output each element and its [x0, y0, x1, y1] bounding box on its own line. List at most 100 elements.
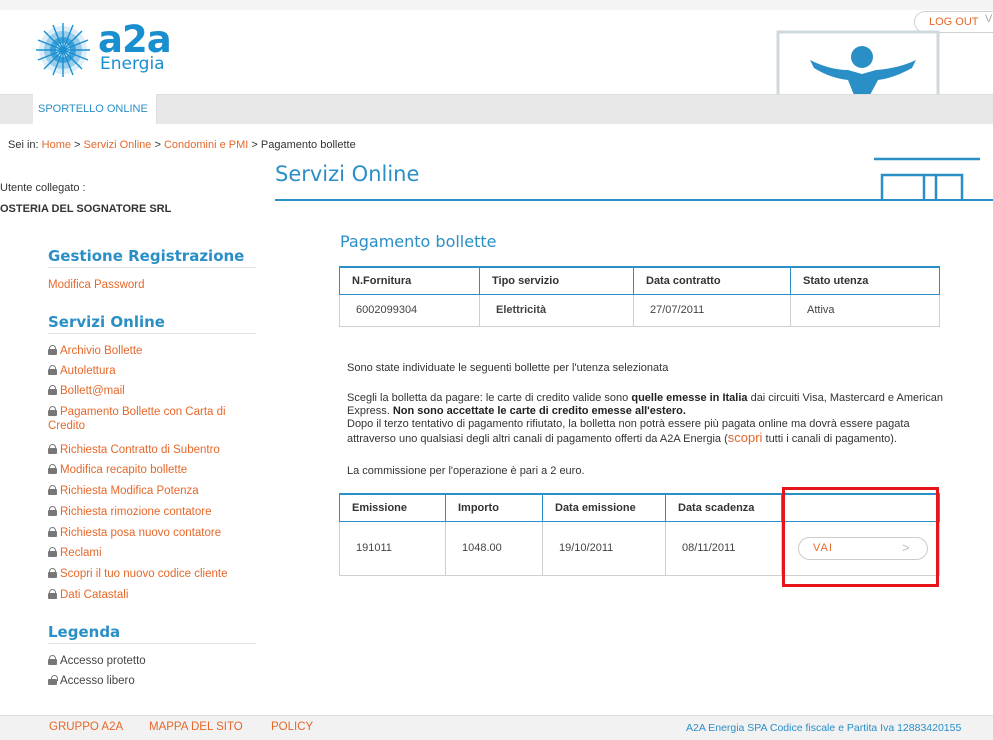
- sidebar-item-dati-catastali[interactable]: Dati Catastali: [48, 588, 258, 602]
- table-cell: 6002099304: [339, 293, 480, 327]
- table-cell: Elettricità: [479, 293, 634, 327]
- legend-free: Accesso libero: [48, 675, 135, 687]
- sidebar-item-label: Autolettura: [60, 365, 116, 377]
- sidebar-divider: [48, 333, 256, 334]
- page-title: Servizi Online: [275, 162, 420, 186]
- column-header: Data contratto: [633, 266, 791, 295]
- lock-icon: [48, 547, 57, 557]
- heading-gestione-registrazione: Gestione Registrazione: [48, 247, 245, 265]
- sidebar-item-label: Dati Catastali: [60, 589, 129, 601]
- footer-link-gruppo-a2a[interactable]: GRUPPO A2A: [49, 721, 123, 733]
- lock-icon: [48, 406, 57, 416]
- heading-legenda: Legenda: [48, 623, 121, 641]
- legend-free-label: Accesso libero: [60, 675, 135, 687]
- sidebar-item-label: Scopri il tuo nuovo codice cliente: [60, 568, 228, 580]
- lock-icon: [48, 568, 57, 578]
- sidebar-item-contratto-subentro[interactable]: Richiesta Contratto di Subentro: [48, 443, 258, 457]
- sidebar-item-codice-cliente[interactable]: Scopri il tuo nuovo codice cliente: [48, 567, 258, 581]
- sidebar-item-pagamento-bollette-carta[interactable]: Pagamento Bollette con Carta di Credito: [48, 405, 258, 433]
- lock-icon: [48, 444, 57, 454]
- lock-icon: [48, 464, 57, 474]
- footer-link-policy[interactable]: POLICY: [271, 721, 313, 733]
- text-segment: tutti i canali di pagamento).: [762, 433, 897, 445]
- sidebar-item-label: Archivio Bollette: [60, 345, 143, 357]
- logout-extra[interactable]: V: [985, 13, 992, 25]
- user-label: Utente collegato :: [0, 182, 86, 194]
- sidebar-item-modifica-password[interactable]: Modifica Password: [48, 278, 258, 292]
- highlight-box: [782, 487, 939, 587]
- unlocked-icon: [48, 675, 58, 685]
- breadcrumb-separator: >: [74, 139, 81, 151]
- footer-link-mappa-sito[interactable]: MAPPA DEL SITO: [149, 721, 243, 733]
- sidebar-item-posa-contatore[interactable]: Richiesta posa nuovo contatore: [48, 526, 258, 540]
- card-info-text: Scegli la bolletta da pagare: le carte d…: [347, 392, 947, 446]
- breadcrumb-separator: >: [251, 139, 258, 151]
- sidebar-item-modifica-recapito[interactable]: Modifica recapito bollette: [48, 463, 258, 477]
- column-header: N.Fornitura: [339, 266, 480, 295]
- lock-icon: [48, 365, 57, 375]
- table-row: 6002099304 Elettricità 27/07/2011 Attiva: [339, 293, 940, 327]
- lock-icon: [48, 385, 57, 395]
- sidebar-item-label: Richiesta posa nuovo contatore: [60, 527, 222, 539]
- column-header: Tipo servizio: [479, 266, 634, 295]
- sidebar-item-label: Bollett@mail: [60, 385, 125, 397]
- column-header: Importo: [445, 493, 543, 522]
- breadcrumb: Sei in: Home > Servizi Online > Condomin…: [8, 139, 356, 151]
- column-header: Stato utenza: [790, 266, 940, 295]
- sidebar-item-rimozione-contatore[interactable]: Richiesta rimozione contatore: [48, 505, 258, 519]
- sidebar-item-label: Reclami: [60, 547, 102, 559]
- lock-icon: [48, 589, 57, 599]
- breadcrumb-condomini-pmi[interactable]: Condomini e PMI: [164, 139, 248, 151]
- sidebar-item-modifica-potenza[interactable]: Richiesta Modifica Potenza: [48, 484, 258, 498]
- supply-table: N.Fornitura Tipo servizio Data contratto…: [339, 266, 940, 327]
- column-header: Data scadenza: [665, 493, 782, 522]
- sidebar-item-label: Richiesta Contratto di Subentro: [60, 444, 220, 456]
- lock-icon: [48, 527, 57, 537]
- table-header-row: N.Fornitura Tipo servizio Data contratto…: [339, 266, 940, 295]
- table-cell: 191011: [339, 520, 446, 576]
- table-cell: Attiva: [790, 293, 940, 327]
- text-bold: quelle emesse in Italia: [631, 392, 748, 404]
- sidebar-item-reclami[interactable]: Reclami: [48, 546, 258, 560]
- text-bold: Non sono accettate le carte di credito e…: [392, 405, 686, 417]
- breadcrumb-separator: >: [154, 139, 161, 151]
- breadcrumb-prefix: Sei in:: [8, 139, 39, 151]
- sidebar-item-label: Richiesta Modifica Potenza: [60, 485, 199, 497]
- sidebar-item-label: Richiesta rimozione contatore: [60, 506, 212, 518]
- text-segment: Scegli la bolletta da pagare: le carte d…: [347, 392, 632, 404]
- lock-icon: [48, 345, 57, 355]
- sidebar-item-label: Modifica recapito bollette: [60, 464, 188, 476]
- lock-icon: [48, 655, 57, 665]
- sidebar-item-label: Pagamento Bollette con Carta di Credito: [48, 406, 226, 432]
- legend-protected-label: Accesso protetto: [60, 655, 146, 667]
- building-outline-icon: [874, 157, 980, 201]
- breadcrumb-current: Pagamento bollette: [260, 139, 356, 151]
- top-strip: [0, 0, 993, 10]
- logo-subtitle: Energia: [100, 54, 165, 74]
- sidebar-divider: [48, 643, 256, 644]
- lock-icon: [48, 485, 57, 495]
- scopri-link[interactable]: scopri: [728, 430, 763, 445]
- lock-icon: [48, 506, 57, 516]
- column-header: Emissione: [339, 493, 446, 522]
- footer-legal-text: A2A Energia SPA Codice fiscale e Partita…: [686, 722, 962, 734]
- section-title: Pagamento bollette: [340, 232, 497, 251]
- table-cell: 08/11/2011: [665, 520, 782, 576]
- breadcrumb-servizi-online[interactable]: Servizi Online: [84, 139, 152, 151]
- sidebar-item-autolettura[interactable]: Autolettura: [48, 364, 258, 378]
- tab-sportello-online[interactable]: SPORTELLO ONLINE: [33, 94, 157, 124]
- table-cell: 19/10/2011: [542, 520, 666, 576]
- intro-text: Sono state individuate le seguenti bolle…: [347, 362, 669, 374]
- table-cell: 1048.00: [445, 520, 543, 576]
- user-name: OSTERIA DEL SOGNATORE SRL: [0, 203, 172, 215]
- commission-text: La commissione per l'operazione è pari a…: [347, 465, 585, 477]
- sidebar-divider: [48, 267, 256, 268]
- heading-servizi-online: Servizi Online: [48, 313, 165, 331]
- legend-protected: Accesso protetto: [48, 655, 146, 667]
- sidebar-item-archivio-bollette[interactable]: Archivio Bollette: [48, 344, 258, 358]
- breadcrumb-home[interactable]: Home: [42, 139, 71, 151]
- sidebar-item-bollettamail[interactable]: Bollett@mail: [48, 384, 258, 398]
- column-header: Data emissione: [542, 493, 666, 522]
- table-cell: 27/07/2011: [633, 293, 791, 327]
- person-illustration-icon: [776, 30, 940, 95]
